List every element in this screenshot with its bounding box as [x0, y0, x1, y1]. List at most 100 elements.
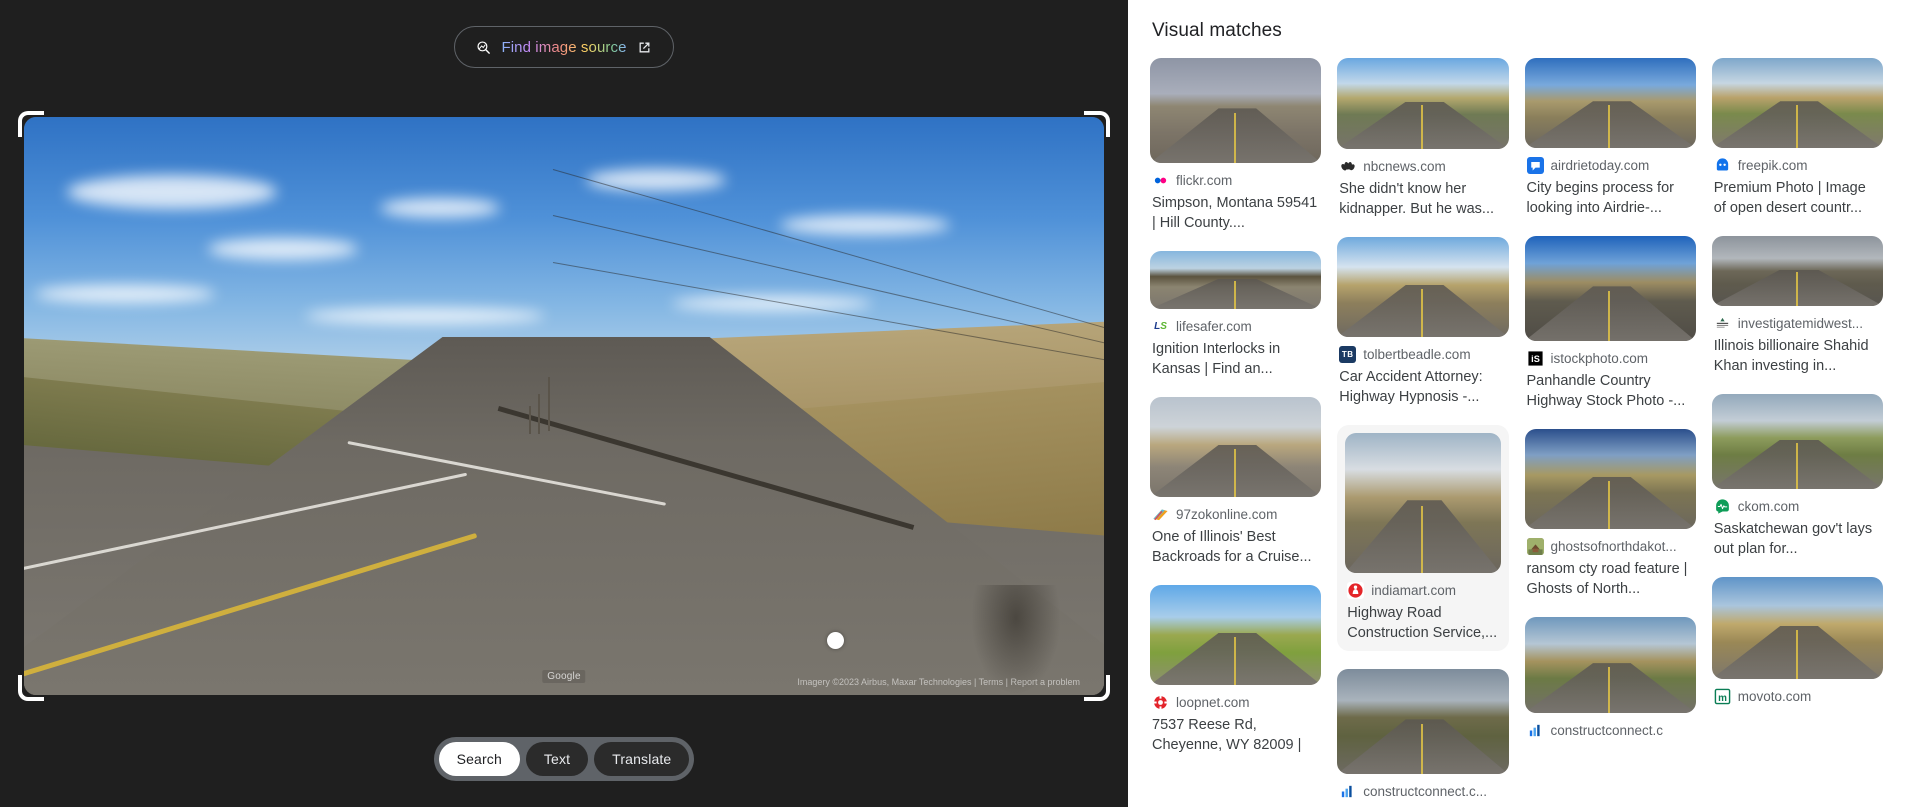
visual-match-title[interactable]: One of Illinois' Best Backroads for a Cr… [1152, 527, 1319, 567]
cloud [304, 307, 545, 324]
thumbnail-centerline [1233, 281, 1236, 309]
visual-match-thumbnail[interactable] [1524, 429, 1696, 529]
visual-match-thumbnail[interactable] [1524, 236, 1696, 341]
visual-match-title[interactable]: Premium Photo | Image of open desert cou… [1714, 178, 1881, 218]
visual-match-thumbnail[interactable] [1345, 433, 1501, 573]
thumbnail-centerline [1421, 289, 1424, 337]
thumbnail-centerline [1233, 112, 1236, 163]
visual-match-thumbnail[interactable] [1524, 58, 1696, 148]
visual-matches-column: nbcnews.com She didn't know her kidnapper… [1337, 58, 1509, 807]
visual-match-source: iS istockphoto.com [1526, 350, 1694, 367]
crop-handle-bottom-left[interactable] [18, 675, 44, 701]
visual-match-card[interactable]: iS istockphoto.com Panhandle Country Highw… [1524, 236, 1696, 411]
thumbnail-centerline [1795, 272, 1798, 306]
visual-match-thumbnail[interactable] [1524, 617, 1696, 713]
thumbnail-centerline [1795, 104, 1798, 148]
mode-chip-text[interactable]: Text [525, 742, 589, 776]
visual-match-site: ckom.com [1737, 499, 1800, 514]
source-photo[interactable]: Google Imagery ©2023 Airbus, Maxar Techn… [24, 117, 1104, 695]
cloud [585, 169, 726, 192]
visual-match-thumbnail[interactable] [1150, 58, 1322, 163]
visual-match-title[interactable]: Simpson, Montana 59541 | Hill County.... [1152, 193, 1319, 233]
thumbnail-centerline [1421, 505, 1424, 573]
visual-match-thumbnail[interactable] [1337, 58, 1509, 149]
utility-pole [529, 406, 532, 434]
visual-match-site: constructconnect.c... [1363, 784, 1488, 799]
constructconnect2-icon [1526, 722, 1544, 739]
visual-match-card[interactable]: TB tolbertbeadle.com Car Accident Attorney… [1337, 237, 1509, 407]
visual-match-thumbnail[interactable] [1337, 237, 1509, 337]
mode-chip-search[interactable]: Search [438, 742, 520, 776]
visual-match-source: loopnet.com [1152, 694, 1319, 711]
crop-handle-bottom-right[interactable] [1084, 675, 1110, 701]
visual-match-card[interactable]: indiamart.com Highway Road Construction S… [1337, 425, 1509, 651]
visual-match-source: 97zokonline.com [1152, 506, 1319, 523]
visual-match-card[interactable]: investigatemidwest... Illinois billionair… [1711, 236, 1883, 376]
google-watermark: Google [542, 670, 586, 683]
visual-match-source: ckom.com [1713, 498, 1881, 515]
visual-match-title[interactable]: Panhandle Country Highway Stock Photo -.… [1527, 371, 1694, 411]
streetview-attribution: Imagery ©2023 Airbus, Maxar Technologies… [797, 677, 1080, 687]
visual-match-title[interactable]: ransom cty road feature | Ghosts of Nort… [1527, 559, 1694, 599]
mode-bar-container: Search Text Translate [0, 737, 1128, 781]
visual-match-card[interactable]: m movoto.com [1711, 577, 1883, 709]
visual-match-title[interactable]: Illinois billionaire Shahid Khan investi… [1714, 336, 1881, 376]
visual-match-card[interactable]: LS lifesafer.com Ignition Interlocks in Ka… [1150, 251, 1322, 379]
visual-matches-column: freepik.com Premium Photo | Image of open… [1711, 58, 1883, 807]
visual-matches-heading: Visual matches [1152, 20, 1282, 41]
visual-match-site: nbcnews.com [1363, 159, 1446, 174]
image-selection-stage[interactable]: Google Imagery ©2023 Airbus, Maxar Techn… [18, 111, 1110, 701]
visual-match-card[interactable]: freepik.com Premium Photo | Image of open… [1711, 58, 1883, 218]
thumbnail-centerline [1608, 290, 1611, 341]
visual-match-thumbnail[interactable] [1711, 58, 1883, 148]
visual-match-thumbnail[interactable] [1711, 236, 1883, 306]
visual-match-card[interactable]: loopnet.com 7537 Reese Rd, Cheyenne, WY 8… [1150, 585, 1322, 755]
visual-match-card[interactable]: constructconnect.c... [1337, 669, 1509, 804]
utility-pole [538, 394, 541, 435]
thumbnail-centerline [1608, 104, 1611, 148]
flickr-icon [1152, 172, 1169, 189]
visual-match-source: airdrietoday.com [1526, 157, 1694, 174]
visual-match-title[interactable]: Highway Road Construction Service,... [1347, 603, 1498, 643]
cloud [380, 197, 501, 218]
selection-cursor-dot[interactable] [827, 632, 844, 649]
visual-match-title[interactable]: She didn't know her kidnapper. But he wa… [1339, 179, 1506, 219]
visual-match-title[interactable]: Ignition Interlocks in Kansas | Find an.… [1152, 339, 1319, 379]
visual-match-thumbnail[interactable] [1150, 585, 1322, 685]
visual-match-site: movoto.com [1737, 689, 1812, 704]
visual-match-card[interactable]: flickr.com Simpson, Montana 59541 | Hill … [1150, 58, 1322, 233]
find-image-source-button[interactable]: Find image source [454, 26, 674, 68]
visual-matches-pane[interactable]: Visual matches flickr.com Simpson, Montan… [1128, 0, 1905, 807]
visual-match-card[interactable]: airdrietoday.com City begins process for … [1524, 58, 1696, 218]
visual-match-source: flickr.com [1152, 172, 1319, 189]
visual-match-source: ghostsofnorthdakot... [1526, 538, 1694, 555]
visual-match-thumbnail[interactable] [1711, 394, 1883, 489]
crop-handle-top-right[interactable] [1084, 111, 1110, 137]
visual-match-card[interactable]: ckom.com Saskatchewan gov't lays out plan… [1711, 394, 1883, 559]
visual-match-card[interactable]: nbcnews.com She didn't know her kidnapper… [1337, 58, 1509, 219]
ghostsofnd-icon [1526, 538, 1544, 555]
visual-match-source: LS lifesafer.com [1152, 318, 1319, 335]
thumbnail-centerline [1233, 637, 1236, 685]
visual-match-title[interactable]: 7537 Reese Rd, Cheyenne, WY 82009 | [1152, 715, 1319, 755]
visual-match-title[interactable]: City begins process for looking into Air… [1527, 178, 1694, 218]
visual-match-thumbnail[interactable] [1337, 669, 1509, 774]
visual-match-thumbnail[interactable] [1150, 251, 1322, 309]
visual-match-source: indiamart.com [1347, 582, 1498, 599]
visual-match-card[interactable]: constructconnect.c [1524, 617, 1696, 743]
crop-handle-top-left[interactable] [18, 111, 44, 137]
visual-match-title[interactable]: Saskatchewan gov't lays out plan for... [1714, 519, 1881, 559]
visual-match-site: freepik.com [1737, 158, 1808, 173]
visual-match-card[interactable]: ghostsofnorthdakot... ransom cty road fea… [1524, 429, 1696, 599]
visual-match-card[interactable]: 97zokonline.com One of Illinois' Best Bac… [1150, 397, 1322, 567]
visual-match-thumbnail[interactable] [1711, 577, 1883, 679]
visual-match-source: TB tolbertbeadle.com [1339, 346, 1506, 363]
open-in-new-icon [639, 42, 650, 52]
mode-chip-translate[interactable]: Translate [594, 742, 690, 776]
tolbertbeadle-icon: TB [1339, 346, 1357, 363]
find-image-source-label: Find image source [501, 38, 627, 56]
visual-match-thumbnail[interactable] [1150, 397, 1322, 497]
freepik-icon [1713, 157, 1731, 174]
airdrietoday-icon [1526, 157, 1544, 174]
visual-match-title[interactable]: Car Accident Attorney: Highway Hypnosis … [1339, 367, 1506, 407]
